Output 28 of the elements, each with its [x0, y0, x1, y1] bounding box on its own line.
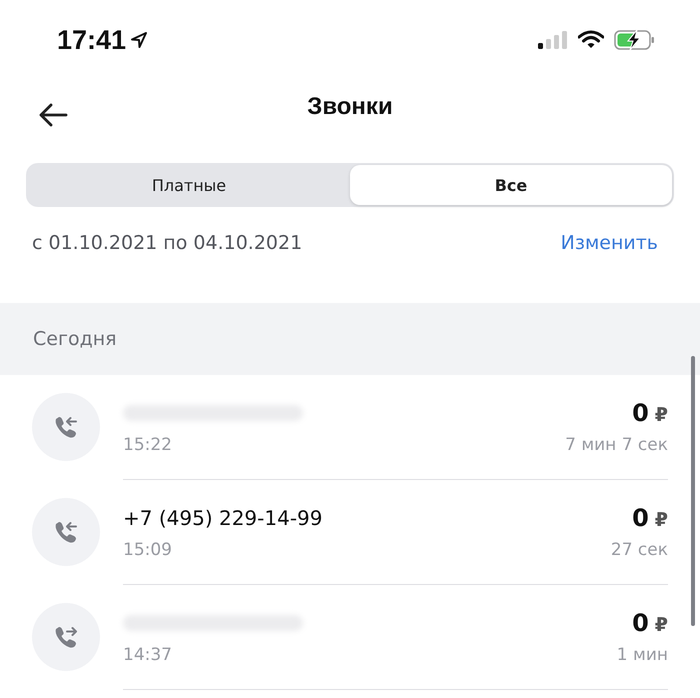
location-arrow-icon [130, 31, 148, 49]
currency-sign: ₽ [654, 509, 668, 531]
outgoing-call-icon [53, 624, 79, 650]
screen-title: Звонки [307, 93, 393, 121]
signal-icon [538, 30, 568, 50]
call-duration: 1 мин [616, 645, 668, 665]
section-title: Сегодня [33, 328, 117, 350]
currency-sign: ₽ [654, 404, 668, 426]
segment-tab[interactable]: Платные [28, 165, 350, 205]
currency-sign: ₽ [654, 614, 668, 636]
call-time: 15:09 [123, 540, 172, 560]
call-duration: 27 сек [610, 540, 668, 560]
call-time: 14:37 [123, 645, 172, 665]
incoming-call-icon [53, 519, 79, 545]
back-arrow-icon[interactable] [38, 102, 68, 128]
battery-charging-icon [614, 29, 656, 51]
incoming-call-icon [53, 414, 79, 440]
phone-number: +7 (495) 229-14-99 [123, 506, 322, 530]
wifi-icon [578, 30, 604, 50]
call-duration: 7 мин 7 сек [565, 435, 668, 455]
call-cost: 0 [632, 399, 649, 427]
date-range: с 01.10.2021 по 04.10.2021 [32, 232, 302, 254]
call-cost: 0 [632, 609, 649, 637]
call-time: 15:22 [123, 435, 172, 455]
change-link[interactable]: Изменить [560, 232, 658, 254]
call-cost: 0 [632, 504, 649, 532]
segment-tab[interactable]: Все [350, 165, 672, 205]
status-time: 17:41 [57, 24, 126, 56]
